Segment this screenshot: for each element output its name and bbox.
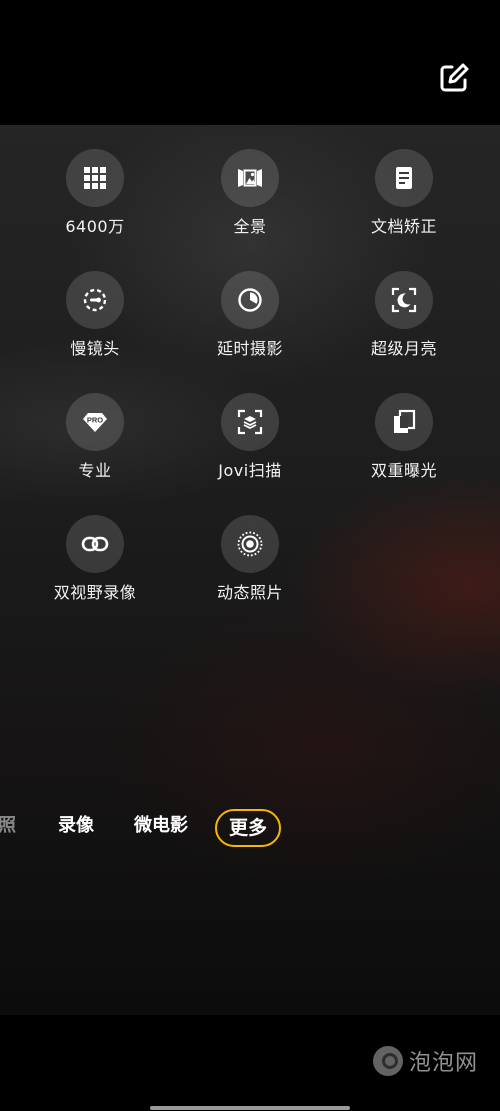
mode-tabs: 照 录像 微电影 更多 [0, 806, 500, 848]
mode-super-moon[interactable]: 超级月亮 [327, 247, 481, 369]
mode-label: 双重曝光 [370, 461, 437, 480]
panorama-icon [221, 149, 279, 207]
edit-icon[interactable] [438, 62, 470, 94]
mode-label: 延时摄影 [216, 339, 283, 358]
mode-label: 双视野录像 [53, 583, 137, 602]
tab-photo-partial[interactable]: 照 [0, 806, 16, 846]
mode-label: 6400万 [65, 217, 125, 236]
timelapse-icon [221, 271, 279, 329]
pro-icon-text: PRO [87, 416, 103, 425]
live-photo-icon [221, 515, 279, 573]
mode-label: 慢镜头 [70, 339, 120, 358]
dual-view-icon [66, 515, 124, 573]
top-bar [0, 0, 500, 125]
double-exposure-icon [375, 393, 433, 451]
mode-dual-view[interactable]: 双视野录像 [18, 491, 172, 613]
mode-pro[interactable]: PRO 专业 [18, 369, 172, 491]
mode-live-photo[interactable]: 动态照片 [173, 491, 327, 613]
mode-timelapse[interactable]: 延时摄影 [173, 247, 327, 369]
watermark-text: 泡泡网 [409, 1051, 479, 1076]
mode-label: 动态照片 [216, 583, 283, 602]
tab-more[interactable]: 更多 [215, 809, 282, 847]
mode-panorama[interactable]: 全景 [173, 125, 327, 247]
mode-label: 全景 [233, 217, 267, 236]
mode-label: 文档矫正 [370, 217, 437, 236]
document-icon [375, 149, 433, 207]
paopao-logo-icon [373, 1046, 403, 1076]
watermark: 泡泡网 [373, 1043, 478, 1079]
moon-icon [375, 271, 433, 329]
slow-motion-icon [66, 271, 124, 329]
mode-double-exposure[interactable]: 双重曝光 [327, 369, 481, 491]
home-indicator[interactable] [150, 1106, 350, 1110]
mode-jovi-scan[interactable]: Jovi扫描 [173, 369, 327, 491]
scan-icon [221, 393, 279, 451]
tab-video[interactable]: 录像 [58, 806, 94, 846]
mode-label: 专业 [78, 461, 112, 480]
tab-micro-movie[interactable]: 微电影 [134, 806, 188, 846]
mode-64mp[interactable]: 6400万 [18, 125, 172, 247]
camera-viewfinder: 6400万 全景 文档矫正 慢镜头 延时摄影 超级月亮 PRO 专业 Jovi扫… [0, 125, 500, 1015]
mode-document[interactable]: 文档矫正 [327, 125, 481, 247]
bottom-bar: 泡泡网 [0, 1015, 500, 1111]
mode-label: Jovi扫描 [218, 461, 282, 480]
grid-icon [66, 149, 124, 207]
mode-slow-motion[interactable]: 慢镜头 [18, 247, 172, 369]
mode-label: 超级月亮 [370, 339, 437, 358]
pro-icon: PRO [66, 393, 124, 451]
